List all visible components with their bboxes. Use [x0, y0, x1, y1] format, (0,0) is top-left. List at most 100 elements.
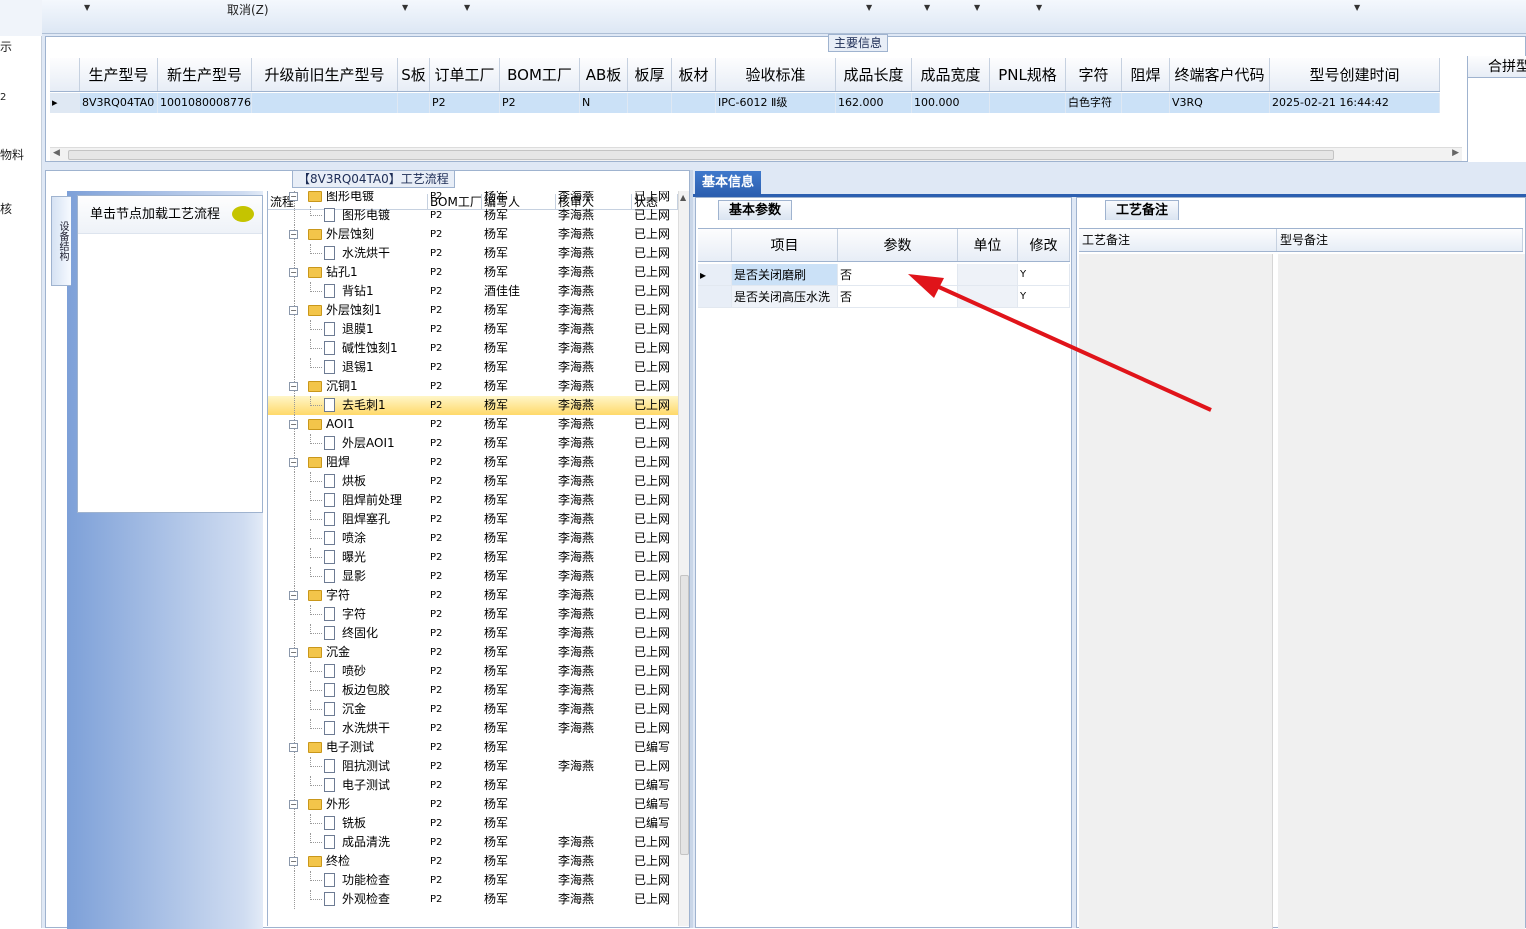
main-info-row[interactable]: ▸ 8V3RQ04TA0 10010800087762 P2 P2 N IPC-6012 Ⅱ…: [50, 93, 1440, 113]
params-column-header[interactable]: 单位: [958, 229, 1018, 261]
tree-row[interactable]: 水洗烘干 P2 杨军 李海燕 已上网: [268, 244, 678, 263]
horizontal-scrollbar[interactable]: ◀ ▶: [50, 147, 1462, 161]
tree-row[interactable]: 显影 P2 杨军 李海燕 已上网: [268, 567, 678, 586]
tree-row[interactable]: 碱性蚀刻1 P2 杨军 李海燕 已上网: [268, 339, 678, 358]
params-column-header[interactable]: 参数: [838, 229, 958, 261]
main-cell[interactable]: V3RQ: [1170, 93, 1270, 113]
tree-row[interactable]: 外层AOI1 P2 杨军 李海燕 已上网: [268, 434, 678, 453]
main-column-header[interactable]: 成品长度: [836, 58, 912, 91]
params-cell-item[interactable]: 是否关闭高压水洗: [732, 286, 838, 308]
row-selector-icon[interactable]: ▸: [50, 93, 80, 113]
left-nav-item-3[interactable]: 物料: [0, 146, 24, 163]
dropdown-arrow-icon[interactable]: ▼: [1354, 3, 1360, 12]
tree-row[interactable]: 阻抗测试 P2 杨军 李海燕 已上网: [268, 757, 678, 776]
tree-node-label[interactable]: 沉金: [326, 645, 350, 660]
main-cell[interactable]: IPC-6012 Ⅱ级: [716, 93, 836, 113]
main-column-header[interactable]: 字符: [1066, 58, 1122, 91]
tree-node-label[interactable]: 阻焊塞孔: [342, 512, 390, 527]
tree-row[interactable]: 去毛刺1 P2 杨军 李海燕 已上网: [268, 396, 678, 415]
tree-node-label[interactable]: 图形电镀: [342, 208, 390, 223]
tree-node-label[interactable]: 图形电镀: [326, 191, 374, 204]
main-column-header[interactable]: 验收标准: [716, 58, 836, 91]
scroll-left-icon[interactable]: ◀: [53, 148, 60, 158]
params-cell-modify[interactable]: Y: [1018, 264, 1070, 286]
scroll-up-icon[interactable]: ▲: [680, 193, 686, 202]
dropdown-arrow-icon[interactable]: ▼: [84, 3, 90, 12]
tab-process-notes[interactable]: 工艺备注: [1105, 200, 1180, 220]
tree-row[interactable]: − 终检 P2 杨军 李海燕 已上网: [268, 852, 678, 871]
collapse-icon[interactable]: −: [289, 192, 298, 201]
tree-node-label[interactable]: 沉金: [342, 702, 366, 717]
tree-row[interactable]: − 外形 P2 杨军 已编写: [268, 795, 678, 814]
tree-row[interactable]: 退膜1 P2 杨军 李海燕 已上网: [268, 320, 678, 339]
collapse-icon[interactable]: −: [289, 591, 298, 600]
main-column-header[interactable]: 阻焊: [1122, 58, 1170, 91]
main-cell[interactable]: [628, 93, 672, 113]
tree-node-label[interactable]: 外层蚀刻1: [326, 303, 382, 318]
tree-row[interactable]: 阻焊前处理 P2 杨军 李海燕 已上网: [268, 491, 678, 510]
params-cell-value[interactable]: 否: [838, 286, 958, 308]
params-row[interactable]: 是否关闭高压水洗否 Y: [698, 286, 1070, 308]
main-column-header[interactable]: 型号创建时间: [1270, 58, 1440, 91]
tree-node-label[interactable]: 阻焊: [326, 455, 350, 470]
main-column-header[interactable]: 订单工厂: [430, 58, 500, 91]
params-column-header[interactable]: 项目: [732, 229, 838, 261]
collapse-icon[interactable]: −: [289, 420, 298, 429]
tab-basic-params[interactable]: 基本参数: [718, 200, 793, 220]
main-cell[interactable]: N: [580, 93, 628, 113]
collapse-icon[interactable]: −: [289, 857, 298, 866]
tree-row[interactable]: − 字符 P2 杨军 李海燕 已上网: [268, 586, 678, 605]
tree-node-label[interactable]: 阻焊前处理: [342, 493, 402, 508]
tree-node-label[interactable]: 钻孔1: [326, 265, 358, 280]
tree-node-label[interactable]: 烘板: [342, 474, 366, 489]
tree-row[interactable]: − 沉铜1 P2 杨军 李海燕 已上网: [268, 377, 678, 396]
main-cell[interactable]: [398, 93, 430, 113]
main-cell[interactable]: 2025-02-21 16:44:42: [1270, 93, 1440, 113]
tree-node-label[interactable]: 外观检查: [342, 892, 390, 907]
main-column-header[interactable]: 生产型号: [80, 58, 158, 91]
tree-row[interactable]: 退锡1 P2 杨军 李海燕 已上网: [268, 358, 678, 377]
tree-node-label[interactable]: 字符: [326, 588, 350, 603]
tree-node-label[interactable]: 电子测试: [326, 740, 374, 755]
tree-row[interactable]: 背钻1 P2 酒佳佳 李海燕 已上网: [268, 282, 678, 301]
tree-row[interactable]: 沉金 P2 杨军 李海燕 已上网: [268, 700, 678, 719]
tree-row[interactable]: 功能检查 P2 杨军 李海燕 已上网: [268, 871, 678, 890]
params-cell-unit[interactable]: [958, 264, 1018, 286]
main-cell[interactable]: [1122, 93, 1170, 113]
params-cell-unit[interactable]: [958, 286, 1018, 308]
left-nav-item-1[interactable]: 示: [0, 38, 12, 55]
main-column-header[interactable]: 升级前旧生产型号: [252, 58, 398, 91]
main-cell[interactable]: 10010800087762: [158, 93, 252, 113]
main-column-header[interactable]: 板厚: [628, 58, 672, 91]
tree-row[interactable]: − 图形电镀 P2 杨军 李海燕 已上网: [268, 191, 678, 206]
left-nav-item-4[interactable]: 核: [0, 200, 12, 217]
row-selector-icon[interactable]: [698, 286, 732, 308]
main-column-header[interactable]: 新生产型号: [158, 58, 252, 91]
main-cell[interactable]: [672, 93, 716, 113]
tree-row[interactable]: 成品清洗 P2 杨军 李海燕 已上网: [268, 833, 678, 852]
tree-node-label[interactable]: 成品清洗: [342, 835, 390, 850]
tree-row[interactable]: − 阻焊 P2 杨军 李海燕 已上网: [268, 453, 678, 472]
tree-node-label[interactable]: 外层蚀刻: [326, 227, 374, 242]
tree-node-label[interactable]: 外形: [326, 797, 350, 812]
tree-node-label[interactable]: 碱性蚀刻1: [342, 341, 398, 356]
tree-node-label[interactable]: 铣板: [342, 816, 366, 831]
dropdown-arrow-icon[interactable]: ▼: [1036, 3, 1042, 12]
main-cell[interactable]: [252, 93, 398, 113]
tree-row[interactable]: 铣板 P2 杨军 已编写: [268, 814, 678, 833]
main-cell[interactable]: 162.000: [836, 93, 912, 113]
tab-basic-info[interactable]: 基本信息: [695, 171, 761, 195]
tree-node-label[interactable]: 去毛刺1: [342, 398, 386, 413]
tree-row[interactable]: 板边包胶 P2 杨军 李海燕 已上网: [268, 681, 678, 700]
dropdown-arrow-icon[interactable]: ▼: [974, 3, 980, 12]
tree-row[interactable]: 电子测试 P2 杨军 已编写: [268, 776, 678, 795]
scrollbar-thumb[interactable]: [68, 150, 1334, 160]
params-row[interactable]: ▸ 是否关闭磨刷否 Y: [698, 264, 1070, 286]
tree-row[interactable]: 喷涂 P2 杨军 李海燕 已上网: [268, 529, 678, 548]
tree-row[interactable]: 曝光 P2 杨军 李海燕 已上网: [268, 548, 678, 567]
main-cell[interactable]: P2: [430, 93, 500, 113]
params-cell-modify[interactable]: Y: [1018, 286, 1070, 308]
tree-node-label[interactable]: 曝光: [342, 550, 366, 565]
tree-node-label[interactable]: 外层AOI1: [342, 436, 395, 451]
dropdown-arrow-icon[interactable]: ▼: [866, 3, 872, 12]
